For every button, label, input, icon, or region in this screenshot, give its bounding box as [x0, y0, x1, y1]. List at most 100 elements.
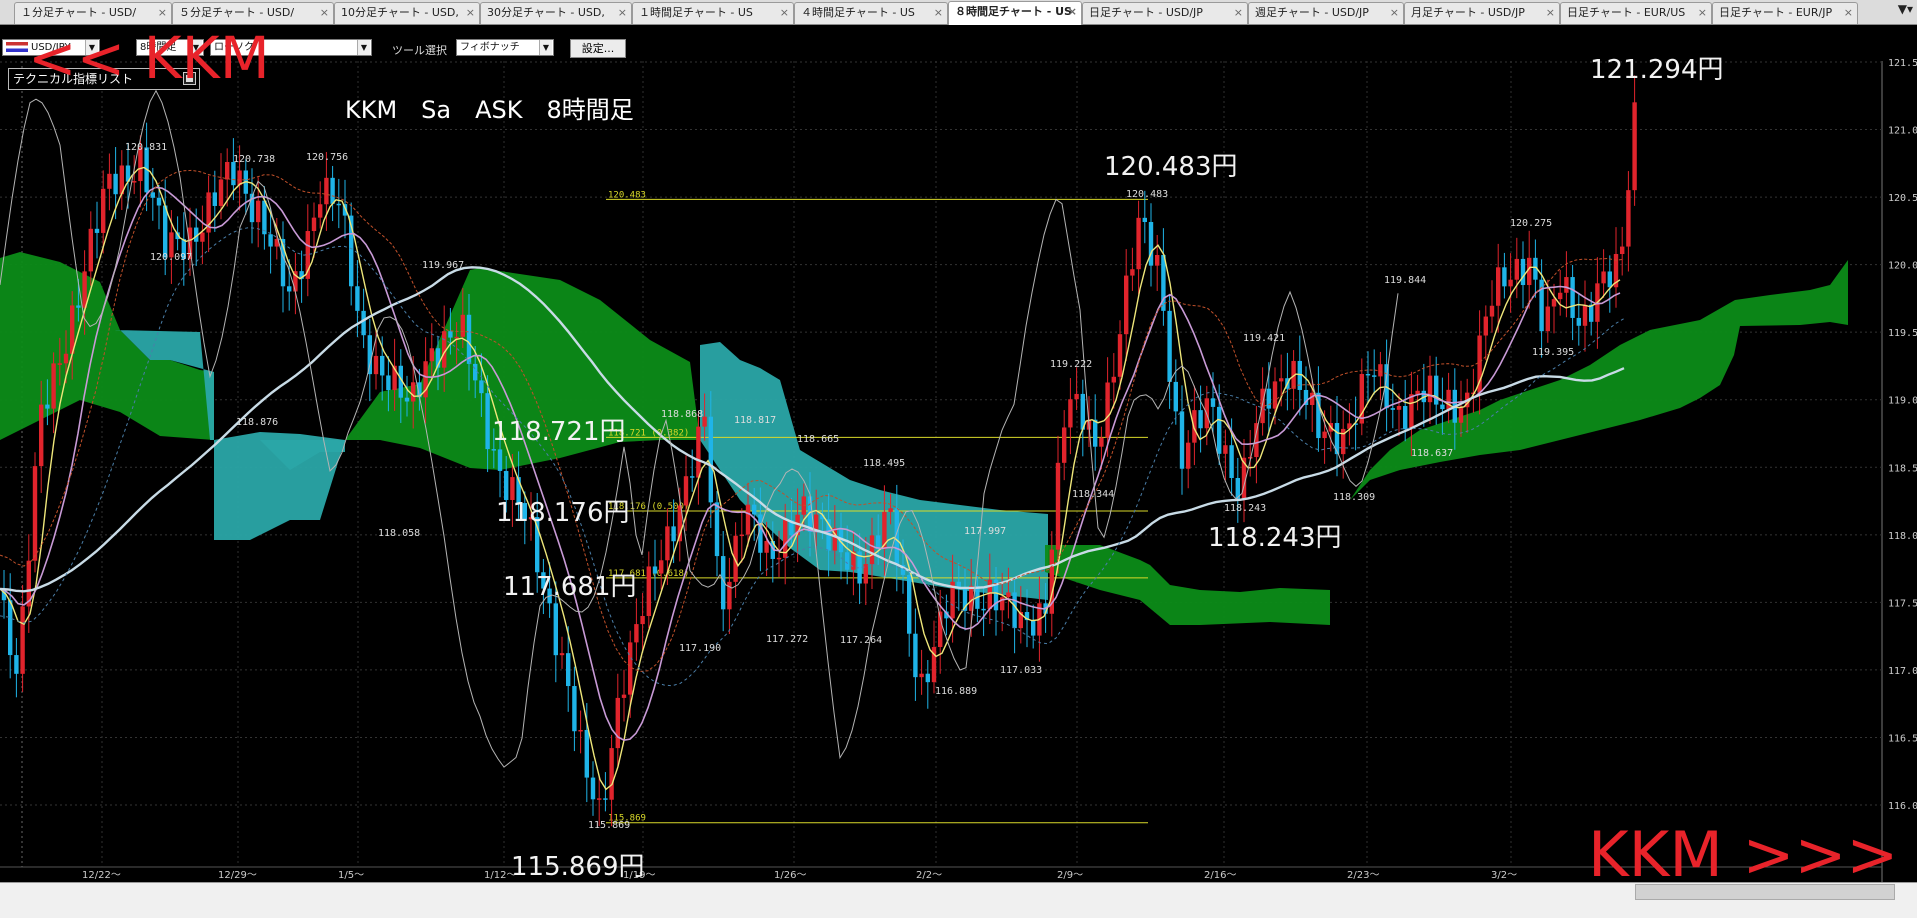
price-annotation-label: 119.844: [1384, 275, 1426, 286]
candle-body: [1570, 277, 1575, 318]
candle-body: [590, 777, 596, 800]
candle-body: [1310, 392, 1315, 405]
candle-body: [318, 204, 323, 218]
price-callout-label: 115.869円: [511, 852, 645, 882]
candle-body: [652, 566, 658, 574]
candle-body: [132, 181, 137, 183]
candle-body: [14, 655, 19, 674]
candle-body: [888, 508, 893, 512]
candle-body: [584, 729, 589, 778]
candle-body: [386, 375, 391, 391]
candle-body: [1458, 407, 1464, 423]
chart-scrollbar[interactable]: [0, 882, 1917, 918]
candle-body: [764, 540, 769, 553]
candle-body: [1105, 382, 1110, 438]
candle-body: [1062, 427, 1067, 463]
candle-body: [1489, 305, 1495, 317]
price-annotation-label: 118.665: [797, 434, 839, 445]
x-axis-tick-label: 3/2〜: [1491, 870, 1517, 881]
x-axis-tick-label: 2/9〜: [1057, 870, 1083, 881]
candle-body: [380, 355, 385, 376]
candle-body: [429, 348, 434, 362]
candle-body: [411, 382, 416, 402]
x-axis-tick-label: 2/16〜: [1204, 870, 1236, 881]
candle-body: [20, 606, 25, 674]
watermark-left: << KKM: [28, 24, 270, 92]
candle-body: [913, 633, 918, 678]
candle-body: [373, 355, 379, 375]
candle-body: [1322, 431, 1327, 439]
candle-body: [572, 686, 577, 732]
candle-body: [609, 748, 614, 800]
price-annotation-label: 119.967: [422, 260, 464, 271]
candle-body: [504, 470, 509, 500]
candle-body: [1266, 388, 1271, 409]
candle-body: [1632, 102, 1637, 191]
candle-body: [640, 615, 645, 625]
candle-body: [1520, 258, 1526, 286]
candle-body: [355, 286, 360, 311]
candle-body: [212, 192, 217, 206]
candle-body: [1111, 376, 1116, 383]
y-axis-tick-label: 119.00: [1888, 396, 1917, 407]
candle-body: [615, 697, 620, 749]
y-axis-tick-label: 117.50: [1888, 598, 1917, 609]
candle-body: [1012, 592, 1017, 629]
fibonacci-level-label: 120.483: [608, 190, 646, 200]
price-callout-label: 121.294円: [1590, 55, 1724, 85]
candle-body: [1626, 190, 1631, 247]
candle-body: [1564, 277, 1569, 293]
candle-body: [1427, 375, 1433, 403]
x-axis-tick-label: 12/29〜: [218, 870, 257, 881]
candle-body: [1440, 404, 1445, 410]
candle-body: [454, 336, 459, 339]
candle-body: [1576, 317, 1581, 326]
candle-body: [907, 574, 912, 634]
candle-body: [683, 476, 689, 506]
candle-body: [1031, 620, 1036, 636]
candle-body: [268, 234, 273, 247]
candle-body: [218, 179, 224, 206]
candle-body: [76, 305, 81, 308]
candle-body: [739, 534, 744, 537]
y-axis-tick-label: 118.50: [1888, 463, 1917, 474]
candle-body: [628, 642, 633, 695]
y-axis-tick-label: 118.00: [1888, 531, 1917, 542]
candle-body: [497, 449, 503, 471]
candle-body: [919, 673, 924, 678]
candle-body: [63, 353, 69, 364]
scrollbar-thumb[interactable]: [1635, 884, 1895, 900]
candle-body: [925, 673, 930, 683]
price-annotation-label: 120.483: [1126, 189, 1168, 200]
candle-body: [1620, 246, 1625, 255]
candle-body: [1434, 375, 1439, 405]
price-annotation-label: 119.421: [1243, 333, 1285, 344]
price-annotation-label: 118.058: [378, 528, 420, 539]
candle-body: [1551, 299, 1557, 307]
candle-body: [88, 228, 93, 272]
candle-body: [1496, 267, 1501, 306]
x-axis-tick-label: 2/23〜: [1347, 870, 1379, 881]
candle-body: [553, 603, 558, 656]
y-axis-tick-label: 116.00: [1888, 801, 1917, 812]
y-axis-tick-label: 120.50: [1888, 193, 1917, 204]
candle-body: [1124, 275, 1129, 335]
price-chart[interactable]: 121.50 121.00 120.50 120.00 119.50 119.00 118.…: [0, 0, 1917, 917]
price-annotation-label: 116.889: [935, 686, 977, 697]
x-axis-tick-label: 1/26〜: [774, 870, 806, 881]
price-annotation-label: 118.868: [661, 409, 703, 420]
candle-body: [1223, 445, 1228, 454]
price-annotation-label: 118.495: [863, 458, 905, 469]
candle-body: [671, 526, 676, 542]
price-annotation-label: 120.738: [233, 154, 275, 165]
candle-body: [330, 177, 335, 204]
candle-body: [1167, 310, 1172, 382]
candle-body: [696, 426, 701, 478]
chart-title: KKM Sa ASK 8時間足: [345, 96, 634, 124]
y-axis-tick-label: 117.00: [1888, 666, 1917, 677]
candle-body: [1403, 406, 1408, 430]
price-annotation-label: 119.222: [1050, 359, 1092, 370]
price-annotation-label: 117.272: [766, 634, 808, 645]
candle-body: [566, 653, 571, 687]
candle-body: [845, 552, 850, 570]
